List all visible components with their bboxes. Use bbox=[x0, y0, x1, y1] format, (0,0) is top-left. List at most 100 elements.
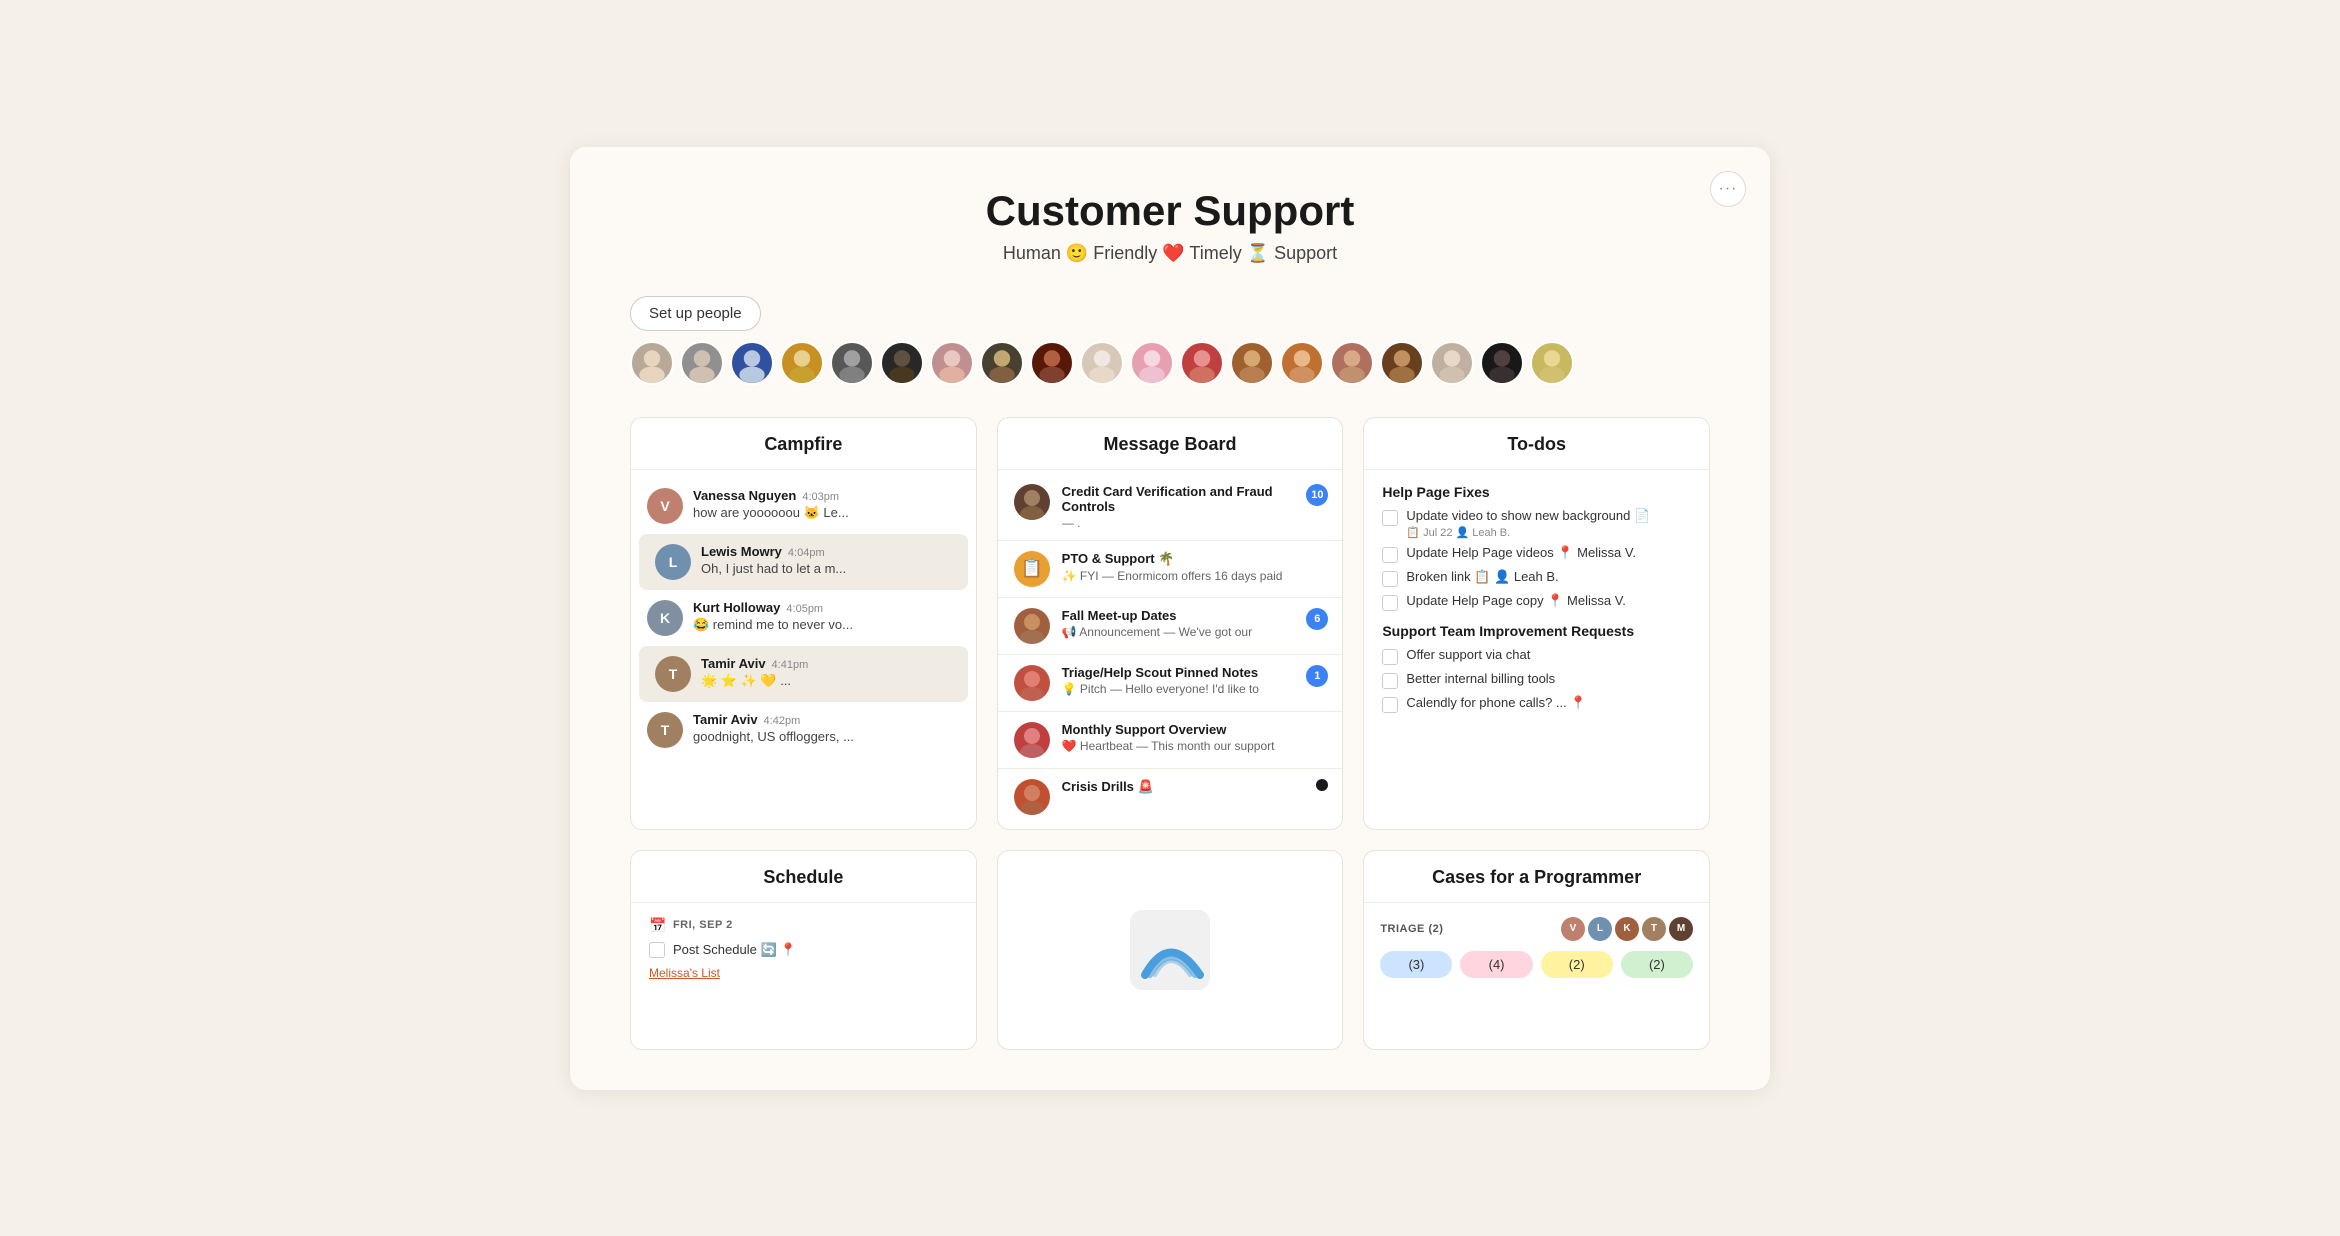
avatar bbox=[1230, 341, 1274, 385]
avatar bbox=[1430, 341, 1474, 385]
chat-content: Kurt Holloway 4:05pm 😂 remind me to neve… bbox=[693, 600, 960, 633]
msg-title: Fall Meet-up Dates bbox=[1062, 608, 1327, 623]
schedule-event: Post Schedule 🔄 📍 bbox=[649, 942, 958, 958]
avatar bbox=[1480, 341, 1524, 385]
msg-preview: — . bbox=[1062, 516, 1327, 530]
chat-text: Oh, I just had to let a m... bbox=[701, 561, 952, 576]
chat-name-time: Kurt Holloway 4:05pm bbox=[693, 600, 960, 615]
status-row: (3) (4) (2) (2) bbox=[1380, 951, 1693, 978]
set-up-people-button[interactable]: Set up people bbox=[630, 296, 761, 331]
page-header: Customer Support Human 🙂 Friendly ❤️ Tim… bbox=[630, 187, 1710, 264]
avatar bbox=[1330, 341, 1374, 385]
todo-checkbox[interactable] bbox=[1382, 571, 1398, 587]
avatar bbox=[1030, 341, 1074, 385]
msg-title: Triage/Help Scout Pinned Notes bbox=[1062, 665, 1327, 680]
status-pill-pink[interactable]: (4) bbox=[1460, 951, 1532, 978]
status-pill-yellow[interactable]: (2) bbox=[1541, 951, 1613, 978]
message-board-header: Message Board bbox=[998, 418, 1343, 470]
chat-time: 4:41pm bbox=[772, 659, 809, 671]
chat-text: 🌟 ⭐ ✨ 💛 ... bbox=[701, 673, 952, 689]
chat-item[interactable]: K Kurt Holloway 4:05pm 😂 remind me to ne… bbox=[631, 590, 976, 646]
triage-label: TRIAGE (2) bbox=[1380, 923, 1443, 935]
msg-title: Credit Card Verification and Fraud Contr… bbox=[1062, 484, 1327, 514]
status-pill-blue[interactable]: (3) bbox=[1380, 951, 1452, 978]
triage-avatars: V L K T M bbox=[1561, 917, 1693, 941]
todo-text: Better internal billing tools bbox=[1406, 671, 1691, 686]
msg-preview: ❤️ Heartbeat — This month our support bbox=[1062, 739, 1327, 753]
chat-name-time: Vanessa Nguyen 4:03pm bbox=[693, 488, 960, 503]
chat-time: 4:05pm bbox=[786, 603, 823, 615]
triage-avatar: L bbox=[1588, 917, 1612, 941]
msg-avatar bbox=[1014, 665, 1050, 701]
melissa-list-link[interactable]: Melissa's List bbox=[649, 966, 720, 980]
chat-name: Tamir Aviv bbox=[693, 712, 758, 727]
chat-name-time: Lewis Mowry 4:04pm bbox=[701, 544, 952, 559]
message-item[interactable]: Fall Meet-up Dates 📢 Announcement — We'v… bbox=[998, 598, 1343, 655]
message-item[interactable]: 📋 PTO & Support 🌴 ✨ FYI — Enormicom offe… bbox=[998, 541, 1343, 598]
chat-time: 4:04pm bbox=[788, 547, 825, 559]
logo-card bbox=[997, 850, 1344, 1050]
todo-checkbox[interactable] bbox=[1382, 697, 1398, 713]
msg-content: PTO & Support 🌴 ✨ FYI — Enormicom offers… bbox=[1062, 551, 1327, 583]
msg-avatar bbox=[1014, 608, 1050, 644]
chat-name: Kurt Holloway bbox=[693, 600, 780, 615]
avatar bbox=[1180, 341, 1224, 385]
msg-avatar: 📋 bbox=[1014, 551, 1050, 587]
message-item[interactable]: Crisis Drills 🚨 bbox=[998, 769, 1343, 825]
more-button[interactable]: ··· bbox=[1710, 171, 1746, 207]
todo-checkbox[interactable] bbox=[1382, 673, 1398, 689]
chat-item[interactable]: V Vanessa Nguyen 4:03pm how are yoooooou… bbox=[631, 478, 976, 534]
chat-item[interactable]: T Tamir Aviv 4:42pm goodnight, US offlog… bbox=[631, 702, 976, 758]
chat-content: Tamir Aviv 4:42pm goodnight, US offlogge… bbox=[693, 712, 960, 744]
schedule-header: Schedule bbox=[631, 851, 976, 903]
status-pill-green[interactable]: (2) bbox=[1621, 951, 1693, 978]
cases-header: Cases for a Programmer bbox=[1364, 851, 1709, 903]
msg-avatar bbox=[1014, 722, 1050, 758]
schedule-event-checkbox[interactable] bbox=[649, 942, 665, 958]
todo-checkbox[interactable] bbox=[1382, 595, 1398, 611]
campfire-card: Campfire V Vanessa Nguyen 4:03pm how are… bbox=[630, 417, 977, 830]
main-grid: Campfire V Vanessa Nguyen 4:03pm how are… bbox=[630, 417, 1710, 1050]
message-board-title: Message Board bbox=[1018, 434, 1323, 455]
chat-avatar: L bbox=[655, 544, 691, 580]
todo-checkbox[interactable] bbox=[1382, 649, 1398, 665]
message-item[interactable]: Monthly Support Overview ❤️ Heartbeat — … bbox=[998, 712, 1343, 769]
todo-meta: 📋 Jul 22 👤 Leah B. bbox=[1406, 526, 1691, 539]
triage-avatar: V bbox=[1561, 917, 1585, 941]
todo-item: Better internal billing tools bbox=[1382, 671, 1691, 689]
basecamp-logo bbox=[1130, 910, 1210, 990]
todo-checkbox[interactable] bbox=[1382, 547, 1398, 563]
chat-content: Lewis Mowry 4:04pm Oh, I just had to let… bbox=[701, 544, 952, 576]
msg-avatar bbox=[1014, 779, 1050, 815]
todo-text: Broken link 📋 👤 Leah B. bbox=[1406, 569, 1691, 585]
chat-item[interactable]: T Tamir Aviv 4:41pm 🌟 ⭐ ✨ 💛 ... bbox=[639, 646, 968, 702]
chat-text: goodnight, US offloggers, ... bbox=[693, 729, 960, 744]
avatar bbox=[630, 341, 674, 385]
schedule-card: Schedule 📅 FRI, SEP 2 Post Schedule 🔄 📍 … bbox=[630, 850, 977, 1050]
todo-checkbox[interactable] bbox=[1382, 510, 1398, 526]
chat-item[interactable]: L Lewis Mowry 4:04pm Oh, I just had to l… bbox=[639, 534, 968, 590]
message-item[interactable]: Triage/Help Scout Pinned Notes 💡 Pitch —… bbox=[998, 655, 1343, 712]
msg-content: Monthly Support Overview ❤️ Heartbeat — … bbox=[1062, 722, 1327, 753]
msg-badge: 1 bbox=[1306, 665, 1328, 687]
chat-avatar: T bbox=[655, 656, 691, 692]
people-row: Set up people bbox=[630, 296, 1710, 385]
chat-text: how are yoooooou 🐱 Le... bbox=[693, 505, 960, 521]
app-container: ··· Customer Support Human 🙂 Friendly ❤️… bbox=[570, 147, 1770, 1090]
msg-content: Crisis Drills 🚨 bbox=[1062, 779, 1327, 797]
avatar bbox=[780, 341, 824, 385]
todo-item: Update Help Page videos 📍 Melissa V. bbox=[1382, 545, 1691, 563]
todo-section-title: Support Team Improvement Requests bbox=[1382, 623, 1691, 639]
triage-header: TRIAGE (2) V L K T M bbox=[1380, 917, 1693, 941]
todo-text: Calendly for phone calls? ... 📍 bbox=[1406, 695, 1691, 711]
todo-item: Calendly for phone calls? ... 📍 bbox=[1382, 695, 1691, 713]
chat-avatar: V bbox=[647, 488, 683, 524]
msg-preview: 📢 Announcement — We've got our bbox=[1062, 625, 1327, 639]
msg-title: PTO & Support 🌴 bbox=[1062, 551, 1327, 567]
avatar bbox=[1080, 341, 1124, 385]
more-icon: ··· bbox=[1719, 180, 1738, 198]
msg-avatar bbox=[1014, 484, 1050, 520]
melissa-link-container: Melissa's List bbox=[649, 964, 958, 982]
message-item[interactable]: Credit Card Verification and Fraud Contr… bbox=[998, 474, 1343, 541]
chat-time: 4:03pm bbox=[802, 491, 839, 503]
